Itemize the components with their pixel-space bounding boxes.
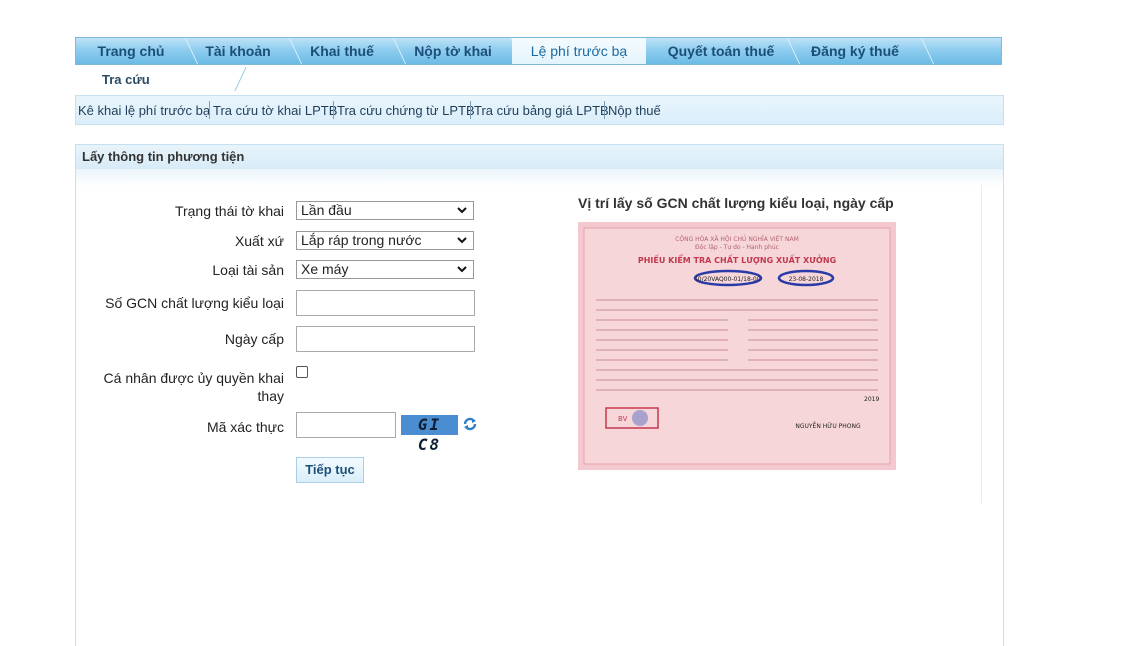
doc-line2: Độc lập - Tự do - Hạnh phúc <box>695 244 779 251</box>
authorized-label: Cá nhân được ủy quyền khai thay <box>104 369 284 405</box>
gcn-input[interactable] <box>296 290 475 316</box>
tab-tax-declaration[interactable]: Khai thuế <box>290 38 394 64</box>
tab-registration-fee[interactable]: Lệ phí trước bạ <box>512 38 646 64</box>
form-area: Trạng thái tờ khai Lần đầu Xuất xứ Lắp r… <box>81 185 982 503</box>
menu-divider <box>470 101 471 119</box>
asset-type-select[interactable]: Xe máy <box>296 260 474 279</box>
origin-select[interactable]: Lắp ráp trong nước <box>296 231 474 250</box>
tab-submit-declaration[interactable]: Nộp tờ khai <box>394 38 512 64</box>
origin-select-value: Lắp ráp trong nước <box>301 232 422 248</box>
status-select[interactable]: Lần đầu <box>296 201 474 220</box>
vehicle-info-panel: Lấy thông tin phương tiện Trạng thái tờ … <box>75 144 1004 646</box>
panel-body: Trạng thái tờ khai Lần đầu Xuất xứ Lắp r… <box>76 169 1003 646</box>
continue-button[interactable]: Tiếp tục <box>296 457 364 483</box>
tab-account[interactable]: Tài khoản <box>186 38 290 64</box>
status-label: Trạng thái tờ khai <box>174 203 284 219</box>
menu-divider <box>333 101 334 119</box>
status-select-value: Lần đầu <box>301 202 352 218</box>
doc-issue-date: 23-08-2018 <box>789 276 824 283</box>
issue-date-input[interactable] <box>296 326 475 352</box>
menu-lookup-declaration[interactable]: Tra cứu tờ khai LPTB <box>213 103 337 118</box>
menu-lookup-price-table[interactable]: Tra cứu bảng giá LPTB <box>474 103 609 118</box>
authorized-label-line1: Cá nhân được ủy quyền khai <box>103 370 284 386</box>
menu-divider <box>604 101 605 119</box>
subtab-lookup[interactable]: Tra cứu <box>75 65 247 91</box>
subtab-divider <box>234 67 247 91</box>
doc-signer: NGUYỄN HỮU PHONG <box>795 422 861 430</box>
gcn-label: Số GCN chất lượng kiểu loại <box>105 295 284 311</box>
tab-tax-settlement[interactable]: Quyết toán thuế <box>654 38 788 64</box>
captcha-image: GI C8 <box>401 415 458 454</box>
subtab-lookup-label[interactable]: Tra cứu <box>102 72 150 87</box>
menu-divider <box>209 101 210 119</box>
main-nav: Trang chủ Tài khoản Khai thuế Nộp tờ kha… <box>75 37 1002 65</box>
doc-stamp: BV <box>618 415 628 423</box>
sample-certificate-image: CỘNG HÒA XÃ HỘI CHỦ NGHĨA VIỆT NAM Độc l… <box>578 222 896 470</box>
chevron-down-icon <box>457 266 467 273</box>
issue-date-label: Ngày cấp <box>224 331 284 347</box>
asset-type-label: Loại tài sản <box>212 262 284 278</box>
asset-type-select-value: Xe máy <box>301 261 349 277</box>
menu-lookup-voucher[interactable]: Tra cứu chứng từ LPTB <box>337 103 475 118</box>
authorized-label-line2: thay <box>257 388 284 404</box>
captcha-label: Mã xác thực <box>206 419 284 435</box>
doc-year: 2019 <box>864 396 879 403</box>
chevron-down-icon <box>457 207 467 214</box>
sub-menu: Kê khai lệ phí trước bạ Tra cứu tờ khai … <box>75 95 1004 125</box>
origin-label: Xuất xứ <box>234 233 284 249</box>
doc-line1: CỘNG HÒA XÃ HỘI CHỦ NGHĨA VIỆT NAM <box>675 235 799 243</box>
captcha-input[interactable] <box>296 412 396 438</box>
help-caption: Vị trí lấy số GCN chất lượng kiểu loại, … <box>578 195 894 211</box>
tab-home[interactable]: Trang chủ <box>76 38 186 64</box>
doc-gcn-number: (0/20VAQ00-01/18-00 <box>695 276 760 283</box>
tab-tax-registration[interactable]: Đăng ký thuế <box>788 38 922 64</box>
chevron-down-icon <box>457 237 467 244</box>
menu-declare-fee[interactable]: Kê khai lệ phí trước bạ <box>78 103 210 118</box>
authorized-checkbox[interactable] <box>296 366 308 378</box>
menu-pay-tax[interactable]: Nộp thuế <box>608 103 661 118</box>
refresh-icon[interactable] <box>462 416 478 432</box>
panel-title: Lấy thông tin phương tiện <box>76 145 1003 170</box>
